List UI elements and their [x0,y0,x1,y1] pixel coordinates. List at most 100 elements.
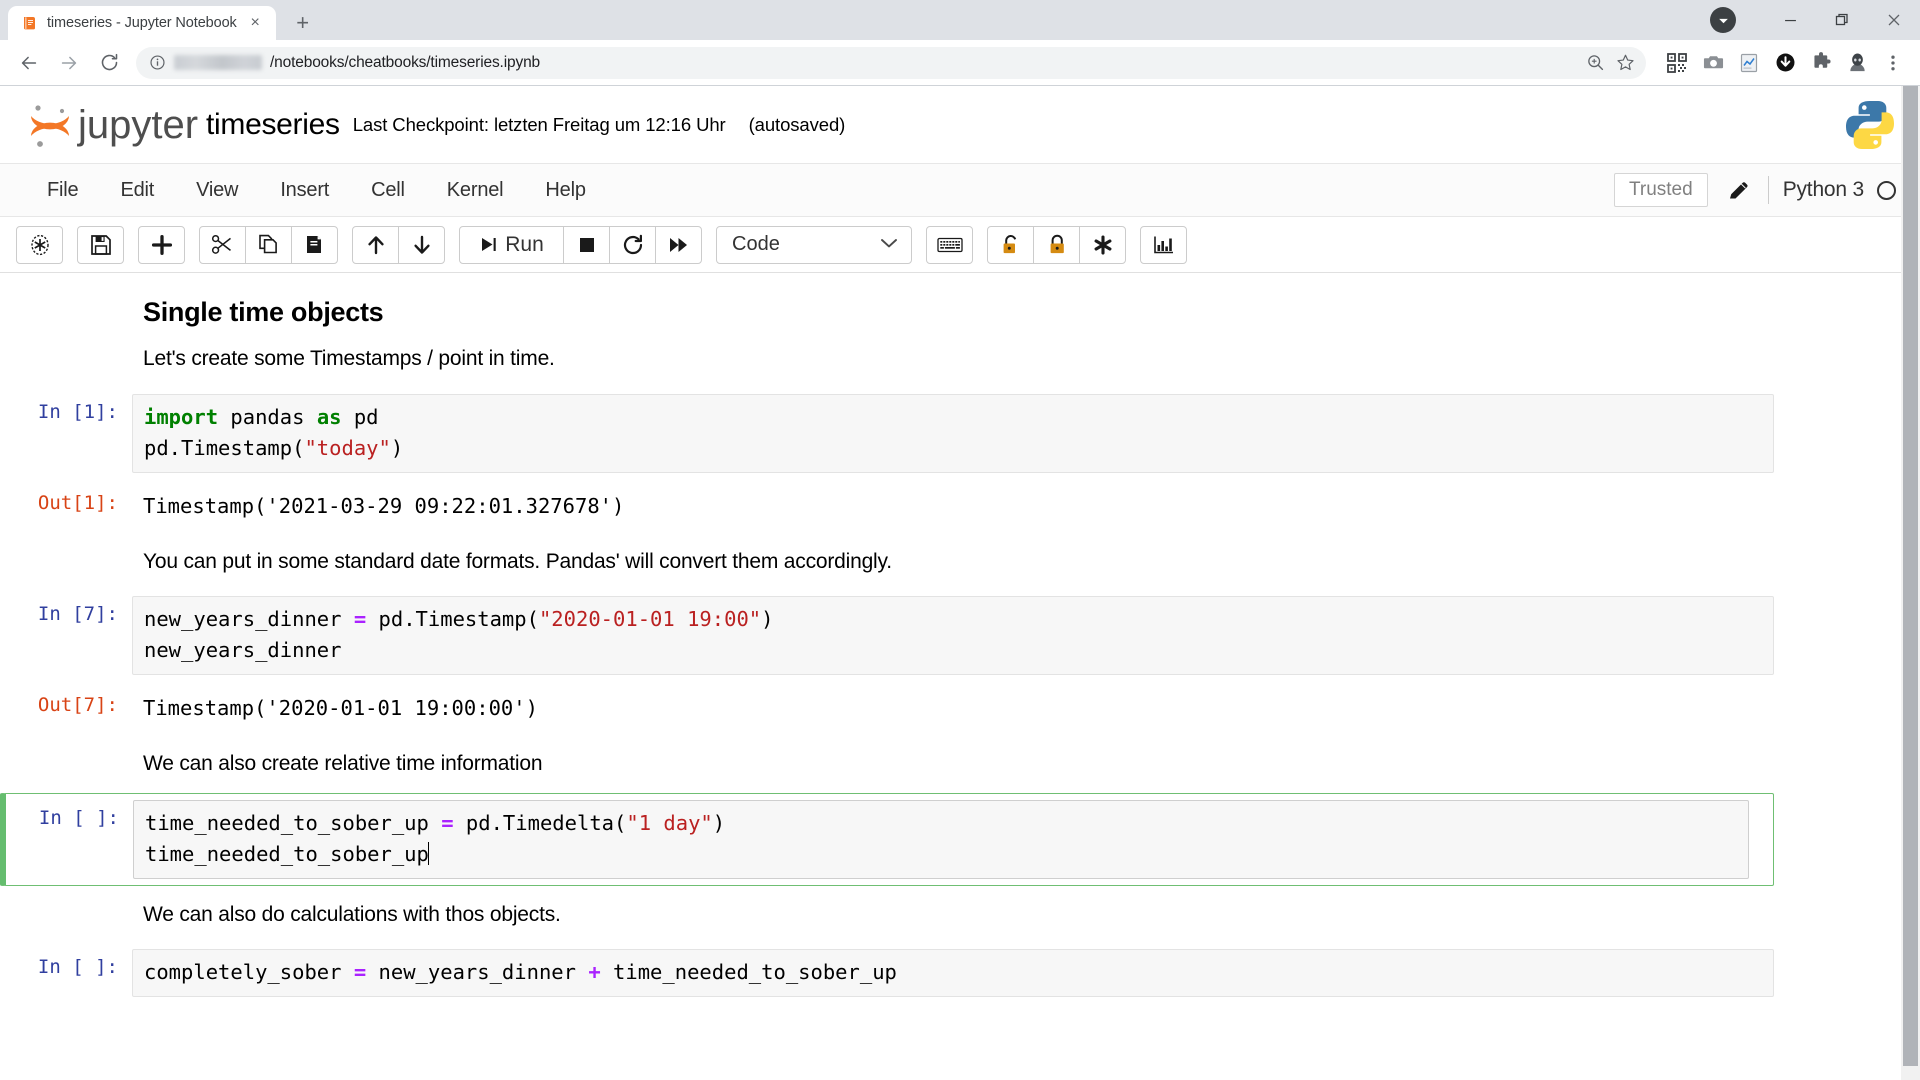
python-logo [1842,97,1898,153]
close-icon[interactable]: × [246,14,265,33]
text-cursor [427,841,430,865]
arrow-down-icon[interactable] [398,225,445,264]
trusted-badge[interactable]: Trusted [1613,173,1708,207]
notebook-header: jupyter timeseries Last Checkpoint: letz… [0,86,1920,164]
output-prompt: Out[7]: [37,694,118,716]
stop-square-icon[interactable] [563,225,610,264]
code-cell[interactable]: In [1]: import pandas as pd pd.Timestamp… [0,388,1798,479]
code-editor[interactable]: new_years_dinner = pd.Timestamp("2020-01… [132,596,1774,675]
notes-extension-icon[interactable] [1732,46,1766,80]
notebook-toolbar: Run Code [0,217,1920,273]
page-scrollbar[interactable] [1901,86,1920,1080]
jupyter-book-icon [21,15,38,32]
browser-chrome: timeseries - Jupyter Notebook × + /noteb… [0,0,1920,86]
code-line: time_needed_to_sober_up = pd.Timedelta("… [145,810,726,835]
chrome-menu-icon[interactable] [1876,46,1910,80]
output-text: Timestamp('2020-01-01 19:00:00') [143,696,538,720]
restart-icon[interactable] [609,225,656,264]
cell-type-select[interactable]: Code [716,225,912,264]
code-line: import pandas as pd [144,404,379,429]
markdown-cell[interactable]: We can also do calculations with thos ob… [0,886,1798,944]
run-button[interactable]: Run [459,225,564,264]
close-window-button[interactable] [1868,0,1920,40]
scissors-cut-icon[interactable] [199,225,246,264]
kernel-name-label: Python 3 [1782,178,1864,201]
toolbar-group-command-palette [16,225,63,264]
menu-file[interactable]: File [26,171,99,210]
save-icon[interactable] [77,225,124,264]
arrow-up-icon[interactable] [352,225,399,264]
jupyter-logo[interactable]: jupyter [20,96,206,154]
code-editor[interactable]: completely_sober = new_years_dinner + ti… [132,949,1774,997]
profile-avatar-icon[interactable] [1840,46,1874,80]
code-cell-partial[interactable]: In [ ]: completely_sober = new_years_din… [0,943,1798,1003]
page-scrollbar-thumb[interactable] [1903,86,1918,1066]
address-bar-actions [1580,48,1640,78]
site-info-icon[interactable] [148,54,166,72]
output-prompt: Out[1]: [37,491,118,514]
bar-chart-icon[interactable] [1140,225,1187,264]
menubar-right-group: Trusted Python 3 [1613,171,1920,209]
code-cell-selected[interactable]: In [ ]: time_needed_to_sober_up = pd.Tim… [0,792,1774,886]
download-indicator-icon[interactable] [1710,7,1736,33]
command-palette-icon[interactable] [16,225,63,264]
menu-insert[interactable]: Insert [259,171,350,210]
kernel-idle-circle-icon[interactable] [1877,180,1896,200]
code-cell[interactable]: In [7]: new_years_dinner = pd.Timestamp(… [0,590,1798,681]
notebook-menubar: File Edit View Insert Cell Kernel Help T… [0,164,1920,217]
copy-icon[interactable] [245,225,292,264]
notebook-cell-container[interactable]: Single time objects Let's create some Ti… [0,273,1920,1080]
download-extension-icon[interactable] [1768,46,1802,80]
autosave-status: (autosaved) [748,113,846,135]
markdown-cell[interactable]: You can put in some standard date format… [0,533,1798,591]
puzzle-extensions-icon[interactable] [1804,46,1838,80]
menu-view[interactable]: View [175,171,259,210]
plus-icon[interactable] [138,225,185,264]
star-icon[interactable] [1610,48,1640,78]
browser-tabstrip: timeseries - Jupyter Notebook × + [0,0,1920,40]
toolbar-group-save [77,225,124,264]
address-bar[interactable]: /notebooks/cheatbooks/timeseries.ipynb [136,46,1646,79]
camera-icon[interactable] [1696,46,1730,80]
toolbar-group-keyboard [926,225,973,264]
toolbar-group-inspector [1140,225,1187,264]
redacted-host [174,55,262,70]
code-editor-focused[interactable]: time_needed_to_sober_up = pd.Timedelta("… [133,799,1749,879]
input-prompt: In [ ]: [38,806,119,829]
markdown-paragraph: We can also create relative time informa… [143,752,543,775]
markdown-cell[interactable]: We can also create relative time informa… [0,735,1798,793]
browser-toolbar: /notebooks/cheatbooks/timeseries.ipynb [0,40,1920,85]
new-tab-button[interactable]: + [286,6,320,40]
menu-cell[interactable]: Cell [350,171,426,210]
asterisk-icon[interactable] [1079,225,1126,264]
svg-text:jupyter: jupyter [77,103,198,147]
code-cell-output: Out[7]: Timestamp('2020-01-01 19:00:00') [0,681,1798,735]
browser-extensions [1656,46,1910,80]
menu-kernel[interactable]: Kernel [426,171,525,210]
code-editor[interactable]: import pandas as pd pd.Timestamp("today"… [132,393,1774,473]
output-area: Timestamp('2021-03-29 09:22:01.327678') [132,485,1774,527]
keyboard-icon[interactable] [926,225,973,264]
reload-icon[interactable] [90,44,128,82]
toolbar-group-run: Run [459,225,702,264]
zoom-icon[interactable] [1580,48,1610,78]
forward-arrow-icon[interactable] [50,44,88,82]
toolbar-group-move [352,225,445,264]
maximize-button[interactable] [1816,0,1868,40]
paste-icon[interactable] [291,225,338,264]
fast-forward-icon[interactable] [655,225,702,264]
pencil-icon[interactable] [1716,171,1762,209]
unlock-icon[interactable] [987,225,1034,264]
menu-help[interactable]: Help [524,171,606,210]
browser-tab-title: timeseries - Jupyter Notebook [47,15,237,31]
lock-icon[interactable] [1033,225,1080,264]
minimize-button[interactable] [1764,0,1816,40]
back-arrow-icon[interactable] [10,44,48,82]
browser-tab[interactable]: timeseries - Jupyter Notebook × [8,6,276,40]
menu-edit[interactable]: Edit [99,171,175,210]
code-line: completely_sober = new_years_dinner + ti… [144,960,897,984]
markdown-cell[interactable]: Single time objects Let's create some Ti… [0,281,1798,388]
notebook-name[interactable]: timeseries [206,108,340,142]
qr-code-icon[interactable] [1660,46,1694,80]
input-prompt: In [ ]: [37,956,118,978]
